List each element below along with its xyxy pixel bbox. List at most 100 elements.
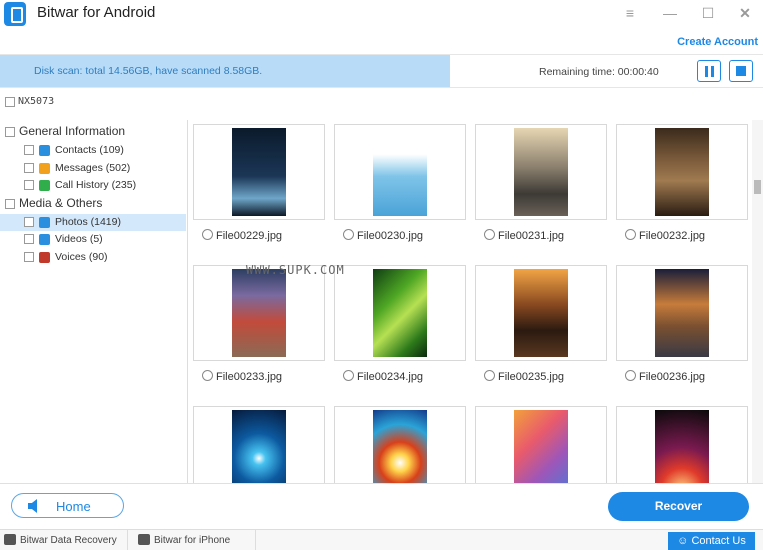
tree-item[interactable]: Photos (1419) bbox=[0, 213, 186, 231]
tree-item[interactable]: Call History (235) bbox=[0, 177, 186, 194]
photo-thumbnail bbox=[232, 269, 286, 357]
file-entry[interactable]: File00230.jpg bbox=[343, 229, 423, 245]
file-entry[interactable]: File00234.jpg bbox=[343, 370, 423, 386]
group-label: Media & Others bbox=[19, 195, 103, 210]
photo-thumbnail-tile[interactable] bbox=[616, 265, 748, 361]
footer: Bitwar Data Recovery Bitwar for iPhone ☺… bbox=[0, 529, 763, 550]
scan-status-text: Disk scan: total 14.56GB, have scanned 8… bbox=[34, 65, 263, 77]
pause-button[interactable] bbox=[697, 60, 721, 82]
tree-group[interactable]: General Information bbox=[0, 124, 186, 141]
photo-thumbnail-tile[interactable] bbox=[475, 265, 607, 361]
file-entry[interactable]: File00235.jpg bbox=[484, 370, 564, 386]
photo-thumbnail-tile[interactable] bbox=[334, 265, 466, 361]
photo-thumbnail bbox=[514, 269, 568, 357]
contact-label: Contact Us bbox=[691, 535, 746, 547]
photo-thumbnail bbox=[655, 269, 709, 357]
iphone-icon bbox=[138, 534, 150, 545]
group-checkbox[interactable] bbox=[5, 127, 15, 137]
group-checkbox[interactable] bbox=[5, 198, 15, 209]
photo-thumbnail bbox=[514, 410, 568, 483]
scan-status-bar: Disk scan: total 14.56GB, have scanned 8… bbox=[0, 54, 763, 88]
recover-button[interactable]: Recover bbox=[608, 492, 749, 521]
file-checkbox[interactable] bbox=[625, 229, 636, 240]
file-name: File00232.jpg bbox=[639, 230, 706, 242]
file-checkbox[interactable] bbox=[343, 229, 354, 240]
file-entry[interactable]: File00233.jpg bbox=[202, 370, 282, 386]
minimize-icon[interactable]: — bbox=[659, 3, 681, 23]
watermark: WWW.SUPK.COM bbox=[246, 263, 345, 277]
group-label: General Information bbox=[19, 124, 126, 138]
voices-icon bbox=[39, 252, 50, 263]
title-bar: Bitwar for Android ≡ — ☐ ✕ bbox=[0, 0, 763, 30]
file-grid: File00229.jpg File00230.jpg File00231.jpg F… bbox=[190, 120, 750, 483]
tree-item[interactable]: Contacts (109) bbox=[0, 142, 186, 159]
bottom-bar: Home Recover bbox=[0, 483, 763, 529]
call-icon bbox=[39, 180, 50, 192]
photo-thumbnail bbox=[232, 410, 286, 483]
device-checkbox[interactable] bbox=[5, 97, 15, 107]
item-checkbox[interactable] bbox=[24, 180, 34, 191]
photos-icon bbox=[39, 216, 50, 228]
grid-scrollbar[interactable] bbox=[752, 120, 763, 483]
photo-thumbnail-tile[interactable] bbox=[475, 124, 607, 220]
file-checkbox[interactable] bbox=[484, 229, 495, 240]
file-checkbox[interactable] bbox=[202, 370, 213, 381]
stop-button[interactable] bbox=[729, 60, 753, 82]
file-name: File00230.jpg bbox=[357, 230, 424, 242]
file-checkbox[interactable] bbox=[484, 370, 495, 381]
tree-group[interactable]: Media & Others bbox=[0, 196, 186, 213]
file-entry[interactable]: File00232.jpg bbox=[625, 229, 705, 245]
data-recovery-icon bbox=[4, 534, 16, 545]
scroll-thumb[interactable] bbox=[754, 180, 761, 194]
photo-thumbnail-tile[interactable] bbox=[616, 406, 748, 483]
file-entry[interactable]: File00229.jpg bbox=[202, 229, 282, 245]
chat-icon: ☺ bbox=[677, 535, 692, 547]
footer-tab-label: Bitwar for iPhone bbox=[154, 535, 231, 546]
remaining-time: Remaining time: 00:00:40 bbox=[539, 66, 659, 78]
photo-thumbnail-tile[interactable] bbox=[616, 124, 748, 220]
footer-tab-data-recovery[interactable]: Bitwar Data Recovery bbox=[0, 530, 128, 550]
file-entry[interactable]: File00231.jpg bbox=[484, 229, 564, 245]
photo-thumbnail-tile[interactable] bbox=[334, 406, 466, 483]
tree-item[interactable]: Voices (90) bbox=[0, 249, 186, 266]
file-entry[interactable]: File00236.jpg bbox=[625, 370, 705, 386]
create-account-link[interactable]: Create Account bbox=[677, 36, 758, 48]
photo-thumbnail-tile[interactable] bbox=[193, 406, 325, 483]
photo-thumbnail-tile[interactable] bbox=[334, 124, 466, 220]
maximize-icon[interactable]: ☐ bbox=[697, 3, 719, 23]
item-label: Messages (502) bbox=[55, 161, 131, 174]
photo-thumbnail-tile[interactable] bbox=[475, 406, 607, 483]
item-checkbox[interactable] bbox=[24, 216, 34, 227]
home-button[interactable]: Home bbox=[11, 493, 124, 518]
category-tree: General Information Contacts (109) Message… bbox=[0, 120, 188, 483]
file-checkbox[interactable] bbox=[625, 370, 636, 381]
home-label: Home bbox=[56, 499, 91, 514]
item-checkbox[interactable] bbox=[24, 145, 34, 155]
photo-thumbnail-tile[interactable] bbox=[193, 265, 325, 361]
photo-thumbnail bbox=[373, 410, 427, 483]
photo-thumbnail-tile[interactable] bbox=[193, 124, 325, 220]
menu-icon[interactable]: ≡ bbox=[619, 3, 641, 23]
item-label: Photos (1419) bbox=[55, 215, 121, 228]
app-title: Bitwar for Android bbox=[37, 4, 156, 21]
item-checkbox[interactable] bbox=[24, 162, 34, 173]
file-checkbox[interactable] bbox=[202, 229, 213, 240]
file-name: File00235.jpg bbox=[498, 371, 565, 383]
photo-thumbnail bbox=[514, 128, 568, 216]
tree-item[interactable]: Messages (502) bbox=[0, 160, 186, 177]
photo-thumbnail bbox=[373, 269, 427, 357]
item-label: Call History (235) bbox=[55, 179, 137, 192]
contact-us-button[interactable]: ☺ Contact Us bbox=[668, 532, 755, 550]
footer-tab-iphone[interactable]: Bitwar for iPhone bbox=[128, 530, 256, 550]
close-icon[interactable]: ✕ bbox=[734, 3, 756, 23]
tree-item[interactable]: Videos (5) bbox=[0, 231, 186, 248]
app-logo-icon bbox=[4, 2, 26, 26]
messages-icon bbox=[39, 162, 50, 174]
device-row: NX5073 bbox=[0, 92, 763, 112]
file-name: File00234.jpg bbox=[357, 371, 424, 383]
device-name: NX5073 bbox=[18, 96, 55, 107]
photo-thumbnail bbox=[232, 128, 286, 216]
item-checkbox[interactable] bbox=[24, 234, 34, 245]
item-checkbox[interactable] bbox=[24, 252, 34, 262]
file-checkbox[interactable] bbox=[343, 370, 354, 381]
